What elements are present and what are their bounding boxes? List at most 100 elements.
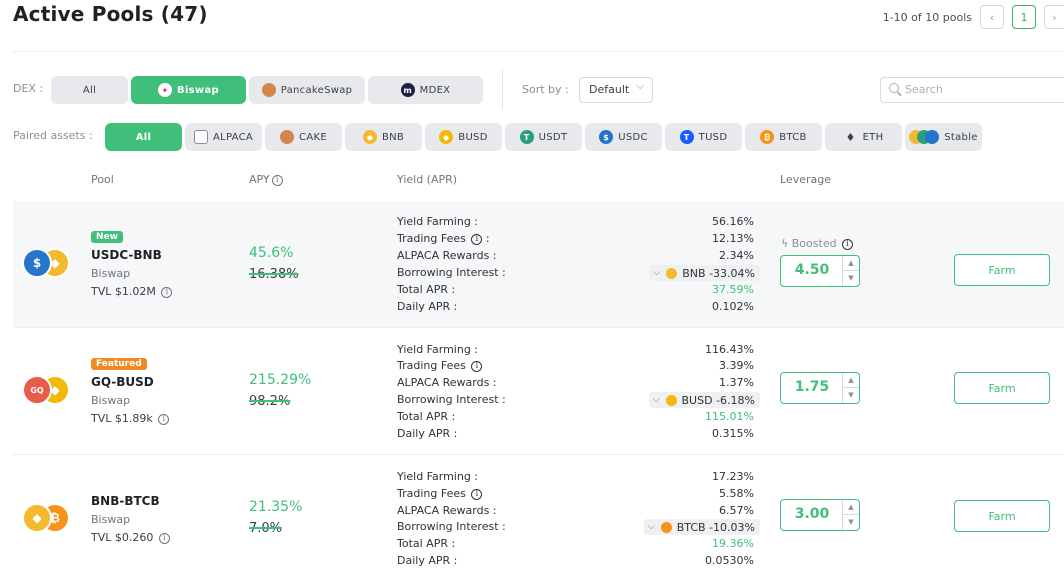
leverage-value: 3.00 (794, 506, 830, 522)
daily-apr-label: Daily APR : (397, 427, 458, 440)
farm-button[interactable]: Farm (954, 500, 1050, 532)
farm-button[interactable]: Farm (954, 372, 1050, 404)
pool-tvl-value: TVL $0.260 (91, 531, 154, 544)
asset-tusd-chip[interactable]: T TUSD (665, 123, 742, 151)
cake-icon (280, 130, 295, 144)
prev-page-button[interactable]: ‹ (980, 5, 1004, 29)
total-apr-label: Total APR : (397, 537, 456, 550)
usdc-icon: $ (22, 248, 52, 278)
alpaca-rewards-label: ALPACA Rewards : (397, 249, 497, 262)
apy-value: 21.35% (249, 499, 303, 515)
dex-biswap-chip[interactable]: ✦ Biswap (131, 76, 246, 104)
increment-icon[interactable]: ▲ (843, 373, 859, 388)
info-icon[interactable]: i (161, 286, 173, 298)
decrement-icon[interactable]: ▼ (843, 515, 859, 530)
pool-dex: Biswap (91, 267, 131, 280)
chevron-down-icon: ⌵ (636, 81, 644, 92)
increment-icon[interactable]: ▲ (843, 256, 859, 271)
dex-label: DEX : (13, 82, 44, 95)
info-icon[interactable]: i (471, 488, 483, 500)
asset-btcb-chip[interactable]: ₿ BTCB (745, 123, 822, 151)
header-divider (13, 51, 1064, 52)
search-placeholder: Search (905, 83, 943, 96)
leverage-stepper[interactable]: 3.00 ▲ ▼ (780, 499, 860, 531)
asset-usdt-chip[interactable]: T USDT (505, 123, 582, 151)
trading-fees-value: 5.58% (719, 487, 754, 500)
asset-cake-chip[interactable]: CAKE (265, 123, 342, 151)
decrement-icon[interactable]: ▼ (843, 271, 859, 286)
asset-busd-label: BUSD (458, 131, 488, 143)
borrow-token-select[interactable]: ⌵ BNB -33.04% (649, 265, 760, 281)
farm-button[interactable]: Farm (954, 254, 1050, 286)
col-yield: Yield (APR) (397, 173, 458, 186)
asset-stable-chip[interactable]: Stable (905, 123, 982, 151)
pool-name: GQ-BUSD (91, 375, 154, 389)
asset-btcb-label: BTCB (779, 131, 807, 143)
borrow-interest-value: -33.04% (709, 266, 755, 280)
alpaca-rewards-value: 1.37% (719, 376, 754, 389)
asset-alpaca-label: ALPACA (212, 131, 254, 143)
apy-value: 215.29% (249, 372, 312, 388)
daily-apr-value: 0.315% (712, 427, 754, 440)
page-title: Active Pools (47) (13, 2, 208, 26)
leverage-stepper[interactable]: 4.50 ▲ ▼ (780, 255, 860, 287)
apy-old-value: 16.38% (249, 267, 299, 282)
info-icon[interactable]: i (158, 532, 170, 544)
asset-all-chip[interactable]: All (105, 123, 182, 151)
trading-fees-text: Trading Fees (397, 487, 466, 500)
dex-mdex-chip[interactable]: m MDEX (368, 76, 483, 104)
search-input[interactable]: Search (880, 77, 1064, 103)
asset-tusd-label: TUSD (698, 131, 728, 143)
pool-tvl-value: TVL $1.02M (91, 285, 156, 298)
apy-old-value: 98.2% (249, 394, 291, 409)
page-1-button[interactable]: 1 (1012, 5, 1036, 29)
stepper-controls: ▲ ▼ (842, 256, 859, 286)
yield-farming-value: 116.43% (705, 343, 754, 356)
pair-icons: GQ ◆ (22, 373, 70, 407)
asset-busd-chip[interactable]: ◆ BUSD (425, 123, 502, 151)
asset-bnb-chip[interactable]: ◆ BNB (345, 123, 422, 151)
borrow-token-select[interactable]: ⌵ BUSD -6.18% (648, 392, 760, 408)
bnb-icon: ◆ (362, 130, 377, 144)
dex-biswap-label: Biswap (177, 84, 219, 96)
borrowing-interest-label: Borrowing Interest : (397, 520, 506, 533)
info-icon[interactable]: i (158, 413, 170, 425)
table-row: ◆ ₿ BNB-BTCB Biswap TVL $0.260 i 21.35% … (13, 456, 1064, 576)
asset-eth-chip[interactable]: ♦ ETH (825, 123, 902, 151)
pool-tvl: TVL $1.89k i (91, 412, 170, 425)
asset-alpaca-chip[interactable]: ALPACA (185, 123, 262, 151)
trading-fees-colon: : (482, 232, 490, 245)
asset-usdc-chip[interactable]: $ USDC (585, 123, 662, 151)
sort-select[interactable]: Default ⌵ (579, 77, 653, 103)
decrement-icon[interactable]: ▼ (843, 388, 859, 403)
info-icon[interactable]: i (842, 238, 854, 250)
leverage-value: 4.50 (794, 262, 830, 278)
borrow-token-select[interactable]: ⌵ BTCB -10.03% (643, 519, 760, 535)
borrow-token: BNB (682, 266, 706, 280)
lightning-icon: ϟ (781, 237, 789, 250)
next-page-button[interactable]: › (1044, 5, 1064, 29)
info-icon[interactable]: i (471, 360, 483, 372)
asset-eth-label: ETH (862, 131, 884, 143)
info-icon[interactable]: i (471, 233, 483, 245)
total-apr-label: Total APR : (397, 283, 456, 296)
dex-all-label: All (82, 84, 97, 96)
leverage-value: 1.75 (794, 379, 830, 395)
borrow-token: BTCB (676, 520, 706, 534)
col-pool: Pool (91, 173, 114, 186)
dex-pancakeswap-chip[interactable]: PancakeSwap (249, 76, 365, 104)
leverage-stepper[interactable]: 1.75 ▲ ▼ (780, 372, 860, 404)
bnb-icon: ◆ (22, 503, 52, 533)
gq-icon: GQ (22, 375, 52, 405)
chevron-down-icon: ⌵ (652, 395, 660, 405)
dex-all-chip[interactable]: All (51, 76, 128, 104)
total-apr-value: 115.01% (705, 410, 754, 423)
chevron-down-icon: ⌵ (647, 522, 655, 532)
increment-icon[interactable]: ▲ (843, 500, 859, 515)
new-badge: New (91, 231, 123, 243)
total-apr-label: Total APR : (397, 410, 456, 423)
info-icon[interactable]: i (271, 174, 283, 186)
total-apr-value: 37.59% (712, 283, 754, 296)
pancakeswap-icon (261, 83, 276, 97)
asset-stable-label: Stable (944, 131, 978, 143)
